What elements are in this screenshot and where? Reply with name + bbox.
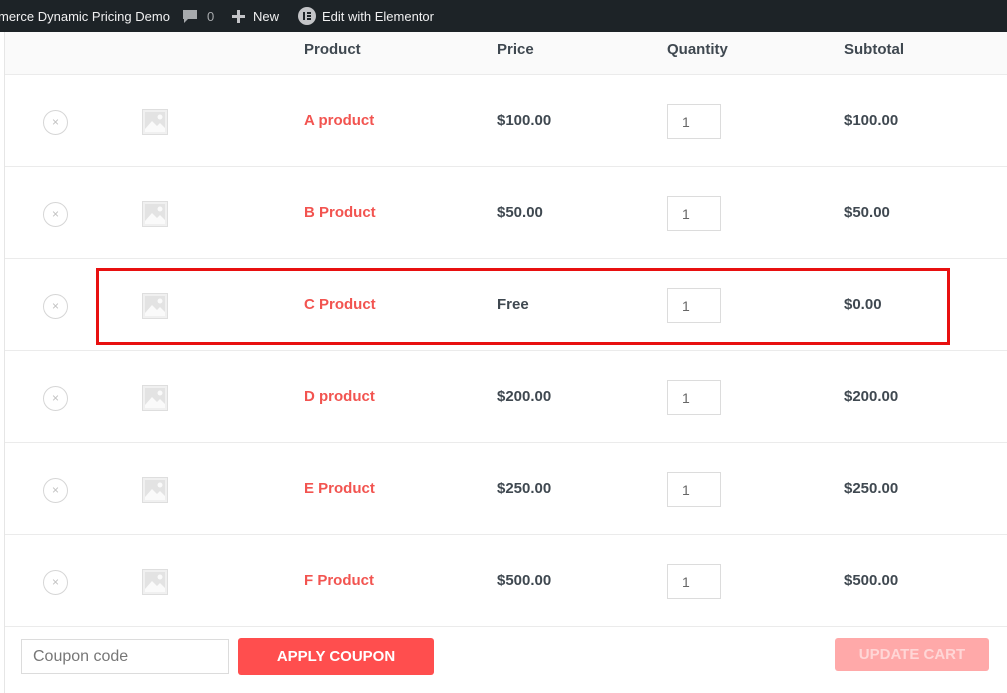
image-placeholder-icon — [142, 477, 168, 503]
product-subtotal: $50.00 — [844, 204, 890, 221]
header-subtotal: Subtotal — [844, 41, 904, 58]
site-name-link[interactable]: merce Dynamic Pricing Demo — [0, 0, 170, 32]
new-content-link[interactable]: New — [232, 0, 279, 32]
quantity-input[interactable] — [667, 288, 721, 323]
image-placeholder-icon — [142, 109, 168, 135]
table-row: × E Product $250.00 $250.00 — [5, 443, 1007, 535]
plus-icon — [232, 9, 245, 23]
remove-item-button[interactable]: × — [43, 570, 68, 595]
product-name-link[interactable]: B Product — [304, 204, 376, 221]
product-price: $50.00 — [497, 204, 543, 221]
product-price: $100.00 — [497, 112, 552, 129]
product-price: Free — [497, 296, 529, 313]
product-subtotal: $500.00 — [844, 572, 899, 589]
product-price: $250.00 — [497, 480, 552, 497]
cart-table: Product Price Quantity Subtotal × A produ… — [4, 32, 1007, 693]
quantity-input[interactable] — [667, 564, 721, 599]
comment-icon — [183, 9, 197, 23]
remove-item-button[interactable]: × — [43, 294, 68, 319]
product-price: $200.00 — [497, 388, 552, 405]
product-name-link[interactable]: D product — [304, 388, 375, 405]
remove-item-button[interactable]: × — [43, 110, 68, 135]
product-subtotal: $250.00 — [844, 480, 899, 497]
product-subtotal: $0.00 — [844, 296, 882, 313]
header-price: Price — [497, 41, 534, 58]
image-placeholder-icon — [142, 385, 168, 411]
product-name-link[interactable]: F Product — [304, 572, 374, 589]
remove-item-button[interactable]: × — [43, 478, 68, 503]
comments-count: 0 — [207, 8, 215, 24]
elementor-icon — [298, 7, 316, 25]
quantity-input[interactable] — [667, 380, 721, 415]
cart-actions: APPLY COUPON UPDATE CART — [5, 626, 1007, 693]
quantity-input[interactable] — [667, 104, 721, 139]
admin-bar: merce Dynamic Pricing Demo 0 New Edit wi… — [0, 0, 1007, 32]
coupon-code-input[interactable] — [21, 639, 229, 674]
image-placeholder-icon — [142, 293, 168, 319]
product-subtotal: $200.00 — [844, 388, 899, 405]
update-cart-button[interactable]: UPDATE CART — [835, 638, 989, 671]
comments-link[interactable]: 0 — [182, 0, 214, 32]
product-price: $500.00 — [497, 572, 552, 589]
table-row: × B Product $50.00 $50.00 — [5, 167, 1007, 259]
remove-item-button[interactable]: × — [43, 386, 68, 411]
image-placeholder-icon — [142, 569, 168, 595]
remove-item-button[interactable]: × — [43, 202, 68, 227]
product-name-link[interactable]: A product — [304, 112, 374, 129]
header-quantity: Quantity — [667, 41, 728, 58]
table-row: × C Product Free $0.00 — [5, 259, 1007, 351]
image-placeholder-icon — [142, 201, 168, 227]
site-name-label: merce Dynamic Pricing Demo — [0, 8, 170, 24]
quantity-input[interactable] — [667, 196, 721, 231]
header-product: Product — [304, 41, 361, 58]
product-name-link[interactable]: C Product — [304, 296, 376, 313]
table-row: × A product $100.00 $100.00 — [5, 75, 1007, 167]
table-header: Product Price Quantity Subtotal — [5, 32, 1007, 75]
apply-coupon-button[interactable]: APPLY COUPON — [238, 638, 434, 675]
product-name-link[interactable]: E Product — [304, 480, 375, 497]
product-subtotal: $100.00 — [844, 112, 899, 129]
new-label: New — [253, 8, 280, 24]
table-row: × D product $200.00 $200.00 — [5, 351, 1007, 443]
elementor-label: Edit with Elementor — [322, 8, 434, 24]
quantity-input[interactable] — [667, 472, 721, 507]
table-row: × F Product $500.00 $500.00 — [5, 535, 1007, 627]
edit-with-elementor-link[interactable]: Edit with Elementor — [298, 0, 434, 32]
